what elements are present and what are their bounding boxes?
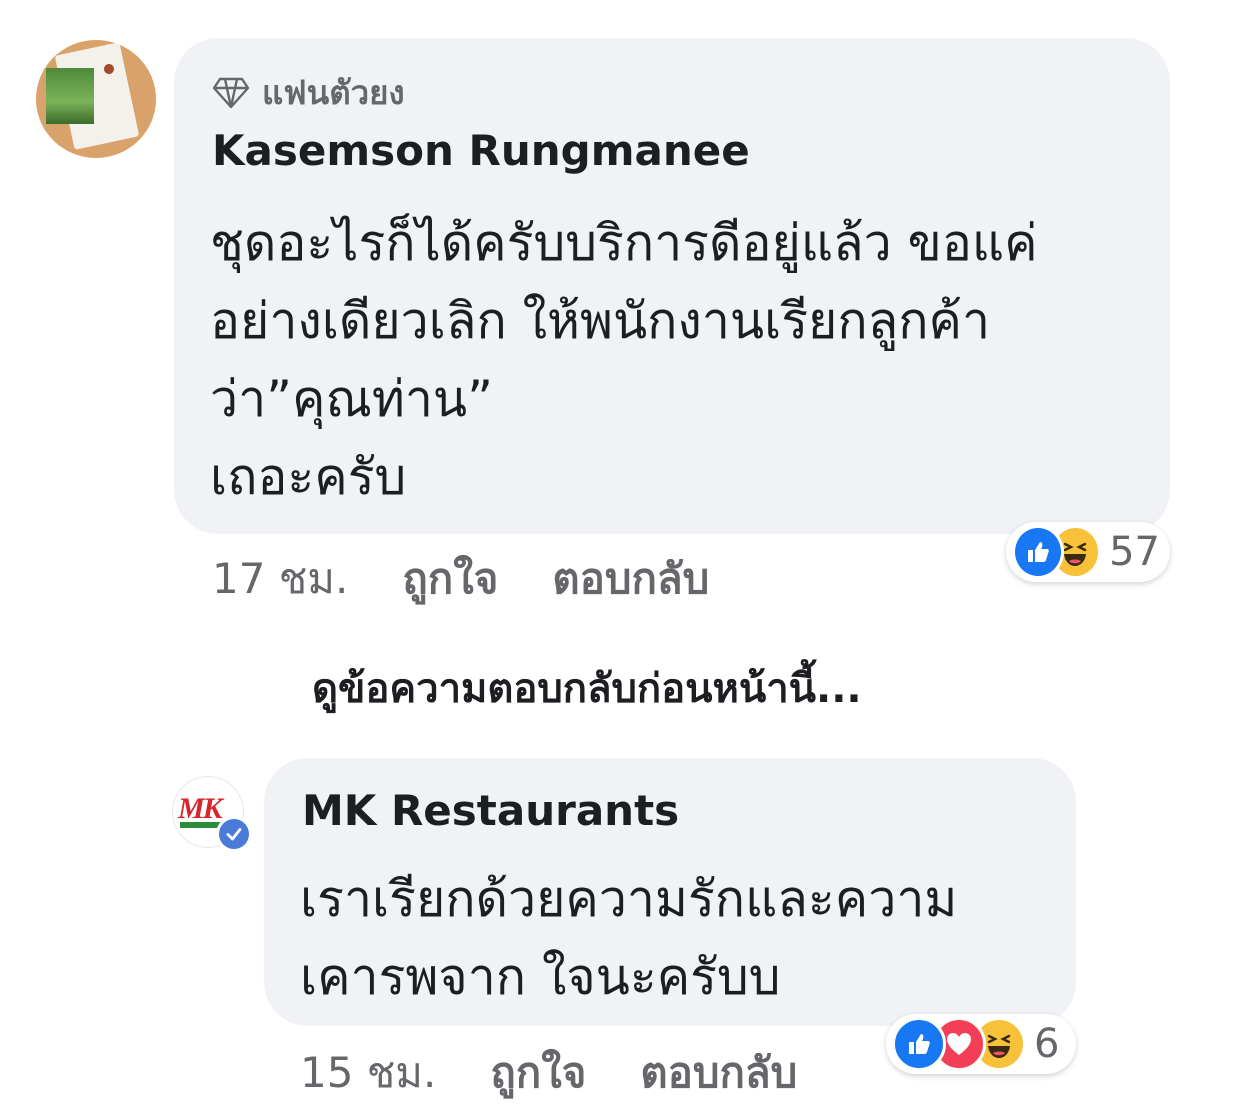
like-icon <box>1012 525 1064 579</box>
badge-label: แฟนตัวยง <box>262 73 405 112</box>
top-fan-badge: แฟนตัวยง <box>212 66 405 119</box>
comment-text: เราเรียกด้วยความรักและความ เคารพจาก ใจนะ… <box>300 860 957 1016</box>
comment-line: ว่า”คุณท่าน” <box>210 370 494 428</box>
comment-line: ชุดอะไรก็ได้ครับบริการดีอยู่แล้ว ขอแค่ <box>210 214 1038 272</box>
comment-actions: 17 ชม. ถูกใจ ตอบกลับ <box>212 546 763 612</box>
view-previous-replies-link[interactable]: ดูข้อความตอบกลับก่อนหน้านี้... <box>312 656 862 720</box>
comment-line: เคารพจาก ใจนะครับบ <box>300 948 781 1006</box>
like-button[interactable]: ถูกใจ <box>402 546 498 612</box>
comment-line: เราเรียกด้วยความรักและความ <box>300 870 958 928</box>
reaction-summary[interactable]: 57 <box>1006 522 1170 582</box>
comment-timestamp[interactable]: 17 ชม. <box>212 546 348 612</box>
diamond-icon <box>212 77 250 108</box>
verified-check-icon <box>219 819 249 849</box>
verified-badge <box>216 816 252 852</box>
reply-button[interactable]: ตอบกลับ <box>552 546 709 612</box>
reaction-count: 57 <box>1109 529 1160 575</box>
comment-text: ชุดอะไรก็ได้ครับบริการดีอยู่แล้ว ขอแค่ อ… <box>210 204 1038 516</box>
comment-actions: 15 ชม. ถูกใจ ตอบกลับ <box>300 1040 851 1106</box>
avatar[interactable] <box>36 40 156 158</box>
like-button[interactable]: ถูกใจ <box>490 1040 586 1106</box>
comment-line: อย่างเดียวเลิก ให้พนักงานเรียกลูกค้า <box>210 292 991 350</box>
like-icon <box>892 1017 946 1071</box>
reaction-count: 6 <box>1034 1021 1060 1067</box>
comment-author[interactable]: Kasemson Rungmanee <box>212 126 750 175</box>
mk-logo: MK <box>178 792 223 825</box>
comment-timestamp[interactable]: 15 ชม. <box>300 1040 436 1106</box>
reaction-summary[interactable]: 6 <box>886 1014 1076 1074</box>
comment-author[interactable]: MK Restaurants <box>302 786 679 835</box>
reply-button[interactable]: ตอบกลับ <box>640 1040 797 1106</box>
comment-line: เถอะครับ <box>210 448 407 506</box>
avatar-photo <box>46 68 94 124</box>
